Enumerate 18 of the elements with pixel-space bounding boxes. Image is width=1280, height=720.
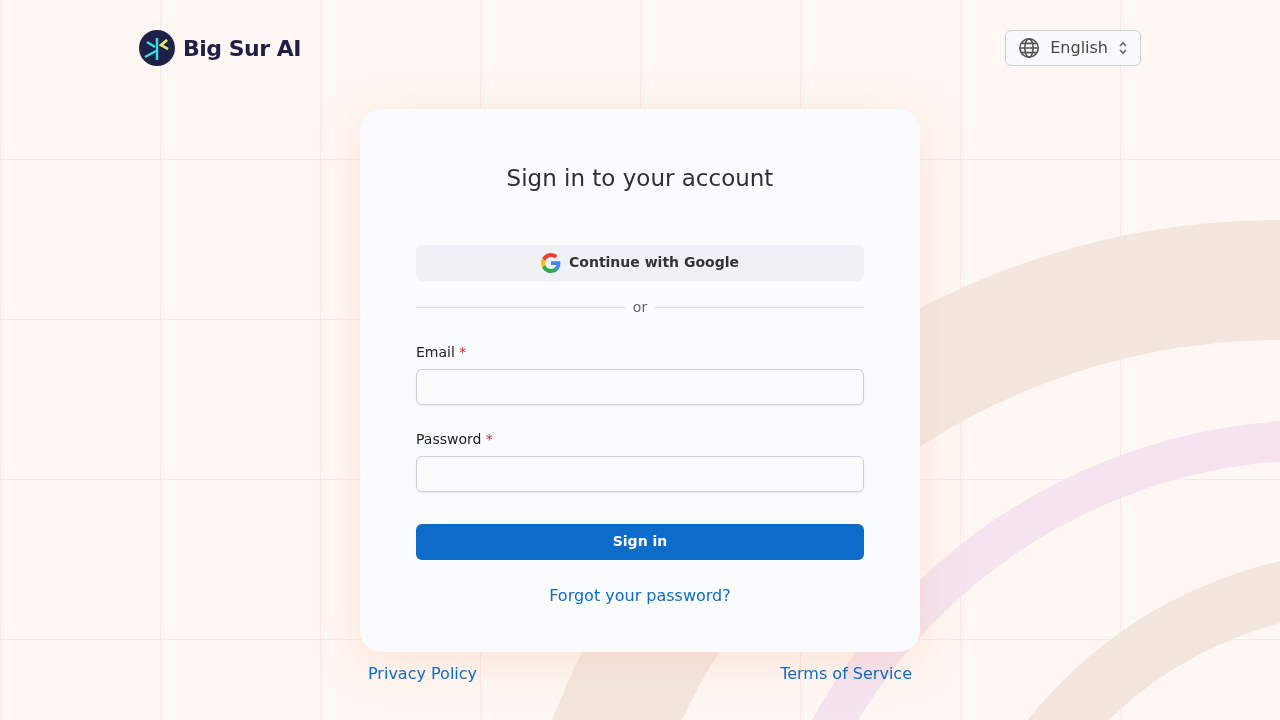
- language-selector[interactable]: English: [1005, 30, 1141, 66]
- logo-icon: [139, 30, 175, 66]
- globe-icon: [1018, 37, 1041, 59]
- input-field[interactable]: [416, 455, 864, 492]
- input-field[interactable]: [416, 368, 864, 405]
- divider-text: or: [632, 297, 648, 317]
- language-value: English: [1050, 37, 1108, 59]
- card-title: Sign in to your account: [505, 165, 775, 193]
- footer-link[interactable]: Terms of Service: [780, 661, 912, 686]
- field-label: Email *: [416, 342, 468, 362]
- field-label: Password *: [416, 429, 494, 449]
- footer-link[interactable]: Privacy Policy: [368, 661, 478, 686]
- brand-name: Big Sur AI: [183, 34, 301, 63]
- google-icon: [541, 252, 561, 273]
- chevron-up-down-icon: [1118, 40, 1128, 56]
- sign-in-button[interactable]: Sign in: [416, 523, 864, 560]
- google-sign-in-button[interactable]: Continue with Google: [416, 244, 864, 281]
- forgot-password-link[interactable]: Forgot your password?: [549, 585, 731, 605]
